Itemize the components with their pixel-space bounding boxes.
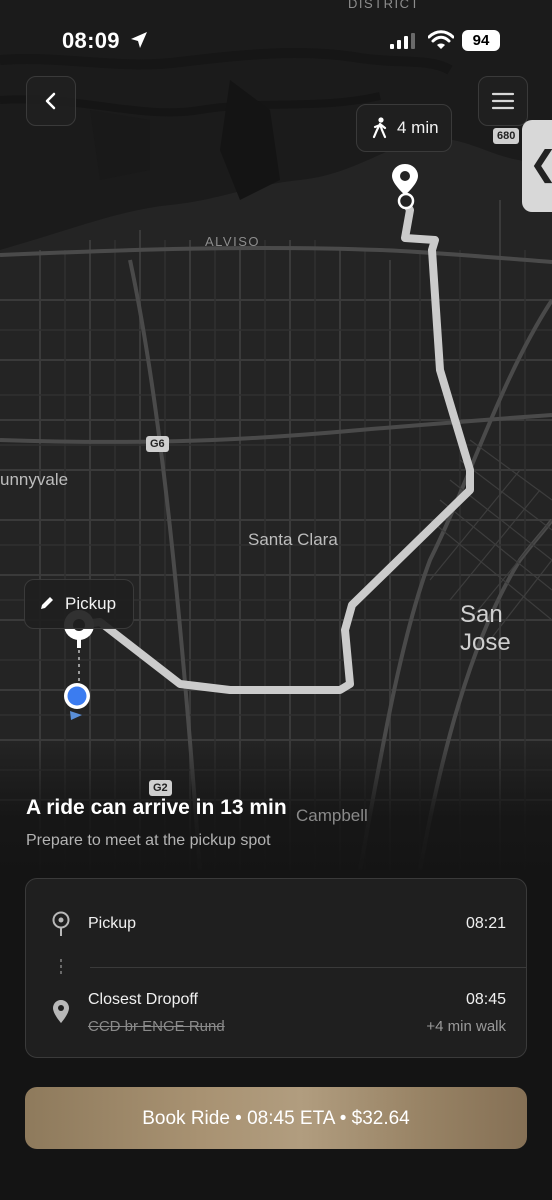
- chevron-left-icon: ❮: [529, 144, 552, 184]
- route-connector: [60, 959, 62, 977]
- battery-indicator: 94: [462, 30, 500, 51]
- dropoff-address: CCD br ENGE Rund: [88, 1018, 225, 1035]
- walk-time-label: 4 min: [397, 118, 439, 137]
- route-shield-g6: G6: [146, 436, 169, 452]
- dropoff-walk-time: +4 min walk: [426, 1018, 506, 1035]
- user-location-icon: [64, 683, 90, 720]
- card-divider: [90, 967, 526, 968]
- dropoff-row-label: Closest Dropoff: [88, 991, 198, 1008]
- map-label-sunnyvale: unnyvale: [0, 470, 69, 489]
- book-ride-button[interactable]: Book Ride • 08:45 ETA • $32.64: [25, 1087, 527, 1149]
- status-time: 08:09: [62, 28, 120, 53]
- dropoff-pin-icon: [53, 1000, 69, 1023]
- cellular-signal-icon: [390, 33, 415, 49]
- eta-title: A ride can arrive in 13 min: [26, 796, 287, 819]
- hamburger-menu-icon: [491, 92, 515, 110]
- pickup-chip-label: Pickup: [65, 594, 117, 613]
- map-label-santa-clara: Santa Clara: [248, 530, 338, 549]
- map-label-alviso: ALVISO: [205, 234, 261, 249]
- location-arrow-icon: [131, 32, 147, 48]
- wifi-icon: [428, 30, 454, 49]
- walk-time-chip[interactable]: 4 min: [356, 104, 452, 152]
- pickup-marker-icon: [52, 911, 70, 936]
- pickup-row-label: Pickup: [88, 915, 137, 932]
- trip-card: Pickup 08:21 Closest Dropoff CCD br ENGE…: [25, 878, 527, 1058]
- menu-button[interactable]: [478, 76, 528, 126]
- side-panel-tab[interactable]: ❮: [522, 120, 552, 212]
- walking-person-icon: [372, 117, 387, 139]
- eta-subtitle: Prepare to meet at the pickup spot: [26, 832, 271, 849]
- route-shield-g2: G2: [149, 780, 172, 796]
- back-button[interactable]: [26, 76, 76, 126]
- edit-pickup-chip[interactable]: Pickup: [24, 579, 134, 629]
- status-bar: 08:09 94: [0, 0, 552, 80]
- map-label-campbell: Campbell: [296, 806, 368, 825]
- map-label-san-jose: San Jose: [460, 601, 511, 656]
- chevron-left-icon: [45, 92, 56, 110]
- route-shield-680: 680: [493, 128, 520, 144]
- pencil-icon: [41, 597, 53, 609]
- destination-pin-icon: [392, 164, 418, 210]
- pickup-row-time: 08:21: [465, 915, 506, 932]
- dropoff-row-time: 08:45: [465, 991, 506, 1008]
